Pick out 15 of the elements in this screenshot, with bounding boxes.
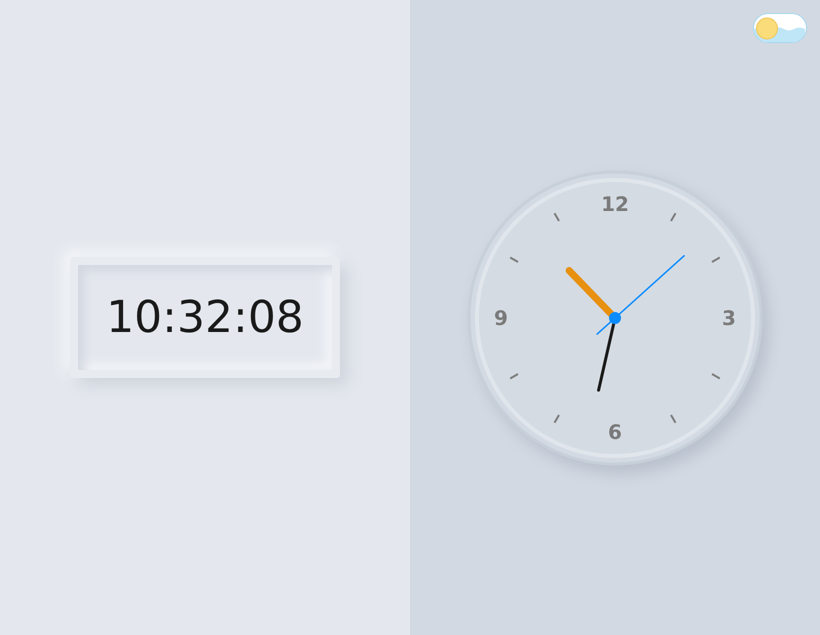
tick-mark bbox=[670, 414, 676, 423]
tick-mark bbox=[712, 372, 720, 379]
dial-number: 12 bbox=[601, 192, 629, 216]
digital-time: 10:32:08 bbox=[106, 292, 304, 343]
center-cap bbox=[609, 312, 621, 324]
tick-mark bbox=[670, 212, 676, 221]
tick-mark bbox=[554, 212, 560, 221]
dial-number: 9 bbox=[494, 306, 508, 330]
tick-mark bbox=[510, 256, 518, 262]
tick-mark bbox=[712, 256, 720, 262]
tick-mark bbox=[510, 372, 518, 379]
dial-number: 3 bbox=[722, 306, 736, 330]
tick-mark bbox=[554, 414, 560, 423]
dial-number: 6 bbox=[608, 420, 622, 444]
theme-toggle[interactable] bbox=[753, 13, 807, 43]
